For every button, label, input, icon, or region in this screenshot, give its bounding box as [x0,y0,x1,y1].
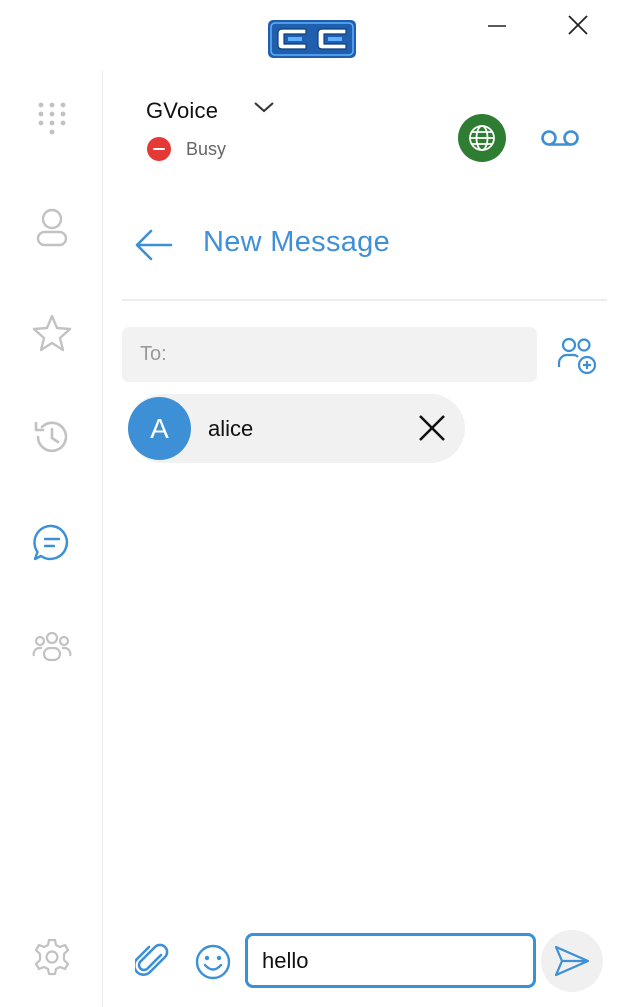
voicemail-button[interactable] [536,120,584,156]
emoji-button[interactable] [192,941,234,983]
recipient-chip: A alice [128,394,465,463]
to-label: To: [140,343,167,365]
globe-icon [469,125,495,151]
star-icon [32,314,72,352]
globe-button[interactable] [458,114,506,162]
sidebar [0,70,103,1007]
back-button[interactable] [132,224,174,266]
close-icon[interactable] [558,10,598,40]
add-contact-button[interactable] [556,334,598,376]
contact-icon [36,208,68,247]
group-icon [32,631,72,662]
status-label[interactable]: Busy [186,139,226,160]
avatar: A [128,397,191,460]
cc-logo-icon [266,18,358,60]
voicemail-icon [541,130,579,146]
minimize-icon[interactable] [477,10,517,40]
emoji-icon [195,944,231,980]
gear-icon [34,938,70,976]
paperclip-icon [135,943,169,976]
attach-button[interactable] [132,939,172,983]
account-name[interactable]: GVoice [146,98,218,124]
sidebar-item-groups[interactable] [26,621,78,673]
recipient-name: alice [208,416,254,441]
send-icon [554,945,590,977]
sidebar-item-dialpad[interactable] [26,95,78,147]
close-icon [419,415,445,441]
remove-recipient-button[interactable] [412,408,452,448]
main-panel: GVoice Busy New Message To: A alice hell… [104,70,623,1007]
recipient-input[interactable]: To: [122,327,537,382]
dialpad-icon [38,102,66,135]
status-busy-icon [147,137,171,161]
sidebar-item-settings[interactable] [26,931,78,983]
history-icon [34,421,68,453]
title-bar [0,0,623,70]
sidebar-item-history[interactable] [26,411,78,463]
send-button[interactable] [541,930,603,992]
back-arrow-icon [135,229,173,261]
divider [122,299,607,301]
page-title: New Message [203,226,391,258]
sidebar-item-messages[interactable] [26,517,78,569]
sidebar-item-contacts[interactable] [26,201,78,253]
chevron-down-icon[interactable] [250,96,278,118]
message-input[interactable] [245,933,536,988]
sidebar-item-favorites[interactable] [26,307,78,359]
chat-icon [33,524,69,561]
add-contact-icon [557,337,597,375]
